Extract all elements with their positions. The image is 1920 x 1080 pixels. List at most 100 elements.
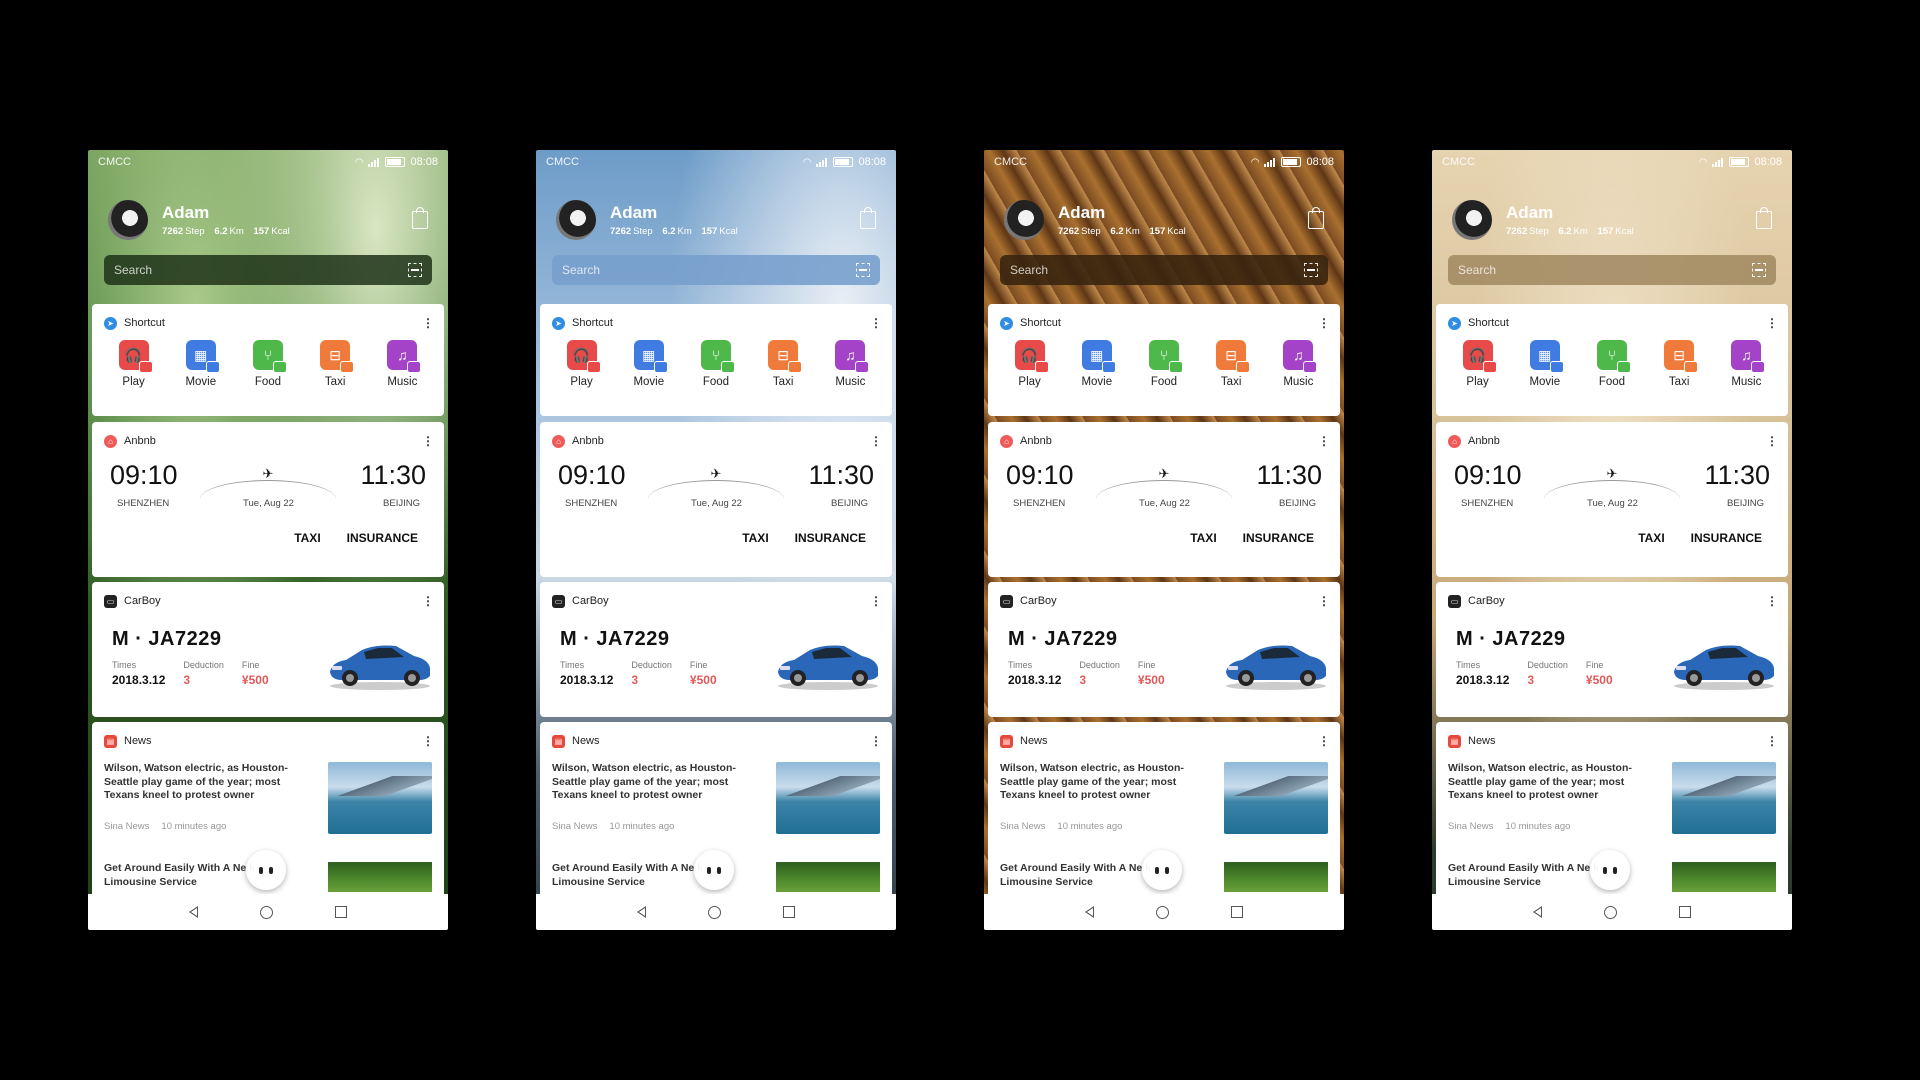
more-options-icon[interactable]: ⋮ [422,434,434,448]
taxi-button[interactable]: TAXI [1190,531,1216,545]
shortcut-food[interactable]: ⑂ Food [688,340,744,388]
shortcut-taxi[interactable]: ⊟ Taxi [1203,340,1259,388]
shortcut-play[interactable]: 🎧 Play [554,340,610,388]
search-bar[interactable]: Search [1448,255,1776,285]
assistant-button[interactable] [1142,850,1182,890]
shortcut-music[interactable]: ♫ Music [1270,340,1326,388]
scan-icon[interactable] [408,263,422,277]
home-icon[interactable] [1604,905,1617,919]
scan-icon[interactable] [1752,263,1766,277]
car-card[interactable]: ▭ CarBoy ⋮ M · JA7229 Times 2018.3.12 Ded… [92,582,444,717]
shortcut-food[interactable]: ⑂ Food [1584,340,1640,388]
taxi-button[interactable]: TAXI [742,531,768,545]
search-input[interactable]: Search [1458,263,1752,277]
shortcut-play[interactable]: 🎧 Play [106,340,162,388]
more-options-icon[interactable]: ⋮ [1766,734,1778,748]
more-options-icon[interactable]: ⋮ [870,434,882,448]
shortcut-music[interactable]: ♫ Music [822,340,878,388]
shortcut-play[interactable]: 🎧 Play [1450,340,1506,388]
more-options-icon[interactable]: ⋮ [422,316,434,330]
car-card[interactable]: ▭ CarBoy ⋮ M · JA7229 Times 2018.3.12 Ded… [1436,582,1788,717]
back-icon[interactable] [1085,906,1094,918]
flight-card[interactable]: ⌂ Anbnb ⋮ 09:10 ✈ 11:30 SHENZHEN Tue, Au… [1436,422,1788,577]
shortcut-taxi[interactable]: ⊟ Taxi [307,340,363,388]
music-note-icon: ♫ [835,340,870,373]
shortcut-movie[interactable]: ▦ Movie [621,340,677,388]
scan-icon[interactable] [1304,263,1318,277]
back-icon[interactable] [1533,906,1542,918]
more-options-icon[interactable]: ⋮ [870,734,882,748]
avatar[interactable] [108,200,148,240]
news-item[interactable]: Wilson, Watson electric, as Houston-Seat… [1000,762,1328,834]
insurance-button[interactable]: INSURANCE [1691,531,1762,545]
shopping-bag-icon[interactable] [860,207,876,229]
search-bar[interactable]: Search [1000,255,1328,285]
flight-card[interactable]: ⌂ Anbnb ⋮ 09:10 ✈ 11:30 SHENZHEN Tue, Au… [92,422,444,577]
home-icon[interactable] [708,905,721,919]
more-options-icon[interactable]: ⋮ [1766,594,1778,608]
back-icon[interactable] [189,906,198,918]
more-options-icon[interactable]: ⋮ [1318,316,1330,330]
recents-icon[interactable] [1679,906,1691,918]
recents-icon[interactable] [335,906,347,918]
car-card[interactable]: ▭ CarBoy ⋮ M · JA7229 Times 2018.3.12 Ded… [988,582,1340,717]
taxi-button[interactable]: TAXI [1638,531,1664,545]
news-item[interactable]: Wilson, Watson electric, as Houston-Seat… [552,762,880,834]
assistant-button[interactable] [246,850,286,890]
flight-card[interactable]: ⌂ Anbnb ⋮ 09:10 ✈ 11:30 SHENZHEN Tue, Au… [540,422,892,577]
more-options-icon[interactable]: ⋮ [1766,316,1778,330]
news-item[interactable]: Wilson, Watson electric, as Houston-Seat… [1448,762,1776,834]
more-options-icon[interactable]: ⋮ [1318,734,1330,748]
search-bar[interactable]: Search [104,255,432,285]
taxi-button[interactable]: TAXI [294,531,320,545]
search-input[interactable]: Search [114,263,408,277]
more-options-icon[interactable]: ⋮ [422,734,434,748]
more-options-icon[interactable]: ⋮ [870,594,882,608]
shortcut-music[interactable]: ♫ Music [374,340,430,388]
home-icon[interactable] [260,905,273,919]
home-icon[interactable] [1156,905,1169,919]
back-icon[interactable] [637,906,646,918]
shortcut-movie[interactable]: ▦ Movie [173,340,229,388]
search-input[interactable]: Search [562,263,856,277]
avatar[interactable] [1452,200,1492,240]
more-options-icon[interactable]: ⋮ [870,316,882,330]
more-options-icon[interactable]: ⋮ [1766,434,1778,448]
shortcut-taxi[interactable]: ⊟ Taxi [755,340,811,388]
shortcut-food[interactable]: ⑂ Food [1136,340,1192,388]
recents-icon[interactable] [1231,906,1243,918]
shopping-bag-icon[interactable] [1756,207,1772,229]
more-options-icon[interactable]: ⋮ [1318,594,1330,608]
more-options-icon[interactable]: ⋮ [422,594,434,608]
shortcut-music[interactable]: ♫ Music [1718,340,1774,388]
insurance-button[interactable]: INSURANCE [795,531,866,545]
flight-card[interactable]: ⌂ Anbnb ⋮ 09:10 ✈ 11:30 SHENZHEN Tue, Au… [988,422,1340,577]
scan-icon[interactable] [856,263,870,277]
recents-icon[interactable] [783,906,795,918]
assistant-button[interactable] [694,850,734,890]
wifi-icon: ◠ [1698,156,1708,168]
shopping-bag-icon[interactable] [1308,207,1324,229]
news-app-icon: ▤ [1000,734,1013,748]
insurance-button[interactable]: INSURANCE [1243,531,1314,545]
shortcut-play[interactable]: 🎧 Play [1002,340,1058,388]
shortcut-food[interactable]: ⑂ Food [240,340,296,388]
status-bar: CMCC ◠ 08:08 [546,154,886,170]
news-item[interactable]: Wilson, Watson electric, as Houston-Seat… [104,762,432,834]
carboy-app-icon: ▭ [1448,594,1461,608]
avatar[interactable] [1004,200,1044,240]
shopping-bag-icon[interactable] [412,207,428,229]
news-thumbnail [1672,762,1776,834]
car-card[interactable]: ▭ CarBoy ⋮ M · JA7229 Times 2018.3.12 Ded… [540,582,892,717]
avatar[interactable] [556,200,596,240]
search-bar[interactable]: Search [552,255,880,285]
search-input[interactable]: Search [1010,263,1304,277]
shortcut-movie[interactable]: ▦ Movie [1517,340,1573,388]
assistant-button[interactable] [1590,850,1630,890]
navigation-bar [1432,894,1792,930]
kcal-unit: Kcal [719,226,738,237]
insurance-button[interactable]: INSURANCE [347,531,418,545]
more-options-icon[interactable]: ⋮ [1318,434,1330,448]
shortcut-movie[interactable]: ▦ Movie [1069,340,1125,388]
shortcut-taxi[interactable]: ⊟ Taxi [1651,340,1707,388]
